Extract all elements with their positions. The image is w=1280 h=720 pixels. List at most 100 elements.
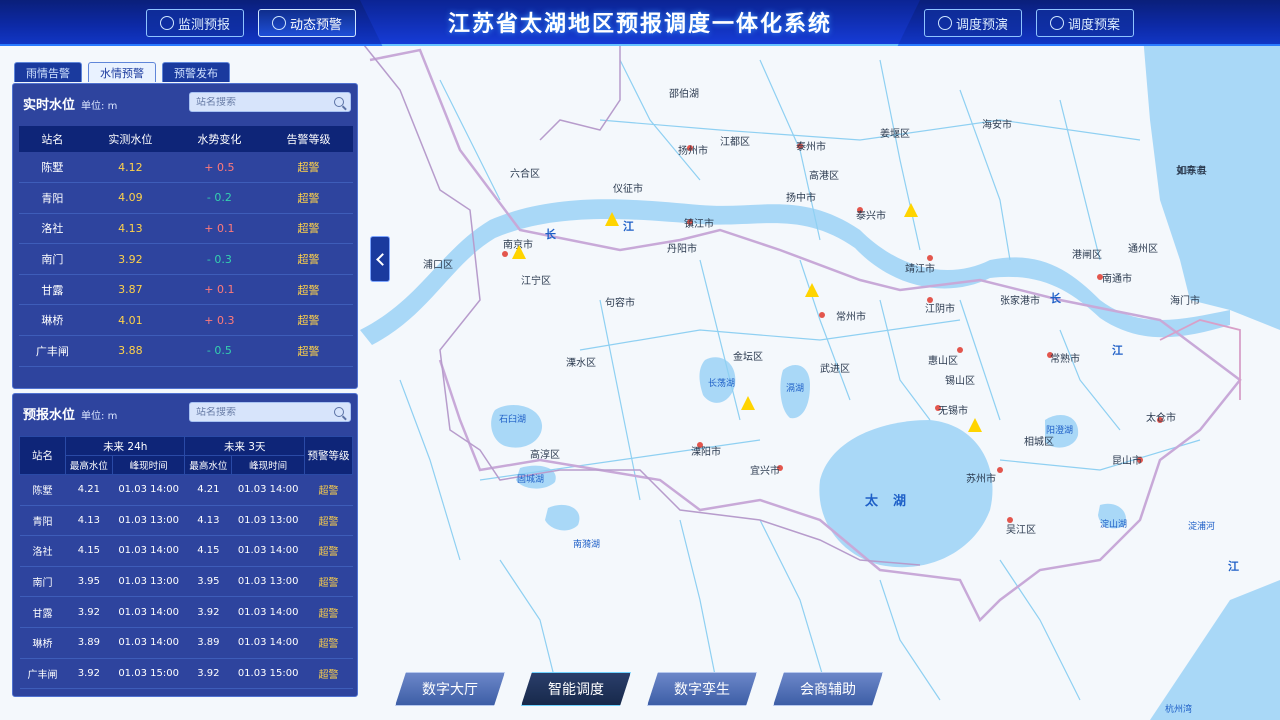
realtime-water-level-card: 实时水位单位: m 站名 实测水位 水势变化 告警等级 陈墅4.12+ 0.5超… [12,83,358,389]
table-row[interactable]: 洛社 4.13 + 0.1 超警 [19,213,353,245]
map-label: 溧阳市 [691,447,721,458]
max-level-3d: 3.89 [184,627,232,659]
river-label: 江 [1112,344,1123,357]
column-header: 预警等级 [304,436,353,475]
forecast-table-body: 陈墅 4.21 01.03 14:00 4.21 01.03 14:00 超警 青阳 4.13… [19,474,353,690]
station-name: 琳桥 [19,304,86,337]
column-subheader: 最高水位 [184,455,233,475]
chevron-left-icon [375,252,389,266]
nav-dispatch-plan[interactable]: 调度预案 [1036,9,1134,37]
nav-indicator-icon [1049,16,1064,30]
map-label: 宜兴市 [750,466,780,477]
nav-monitoring-forecast[interactable]: 监测预报 [146,9,244,37]
station-search[interactable] [189,92,351,112]
map-label: 海安市 [982,120,1012,131]
station-search[interactable] [189,402,351,422]
station-name: 陈墅 [19,152,86,184]
table-row[interactable]: 琳桥 3.89 01.03 14:00 3.89 01.03 14:00 超警 [19,627,353,659]
max-level-24h: 3.95 [65,566,113,598]
map-label: 海门市 [1170,296,1200,307]
map-label: 句容市 [605,298,635,309]
bottom-nav-consultation[interactable]: 会商辅助 [773,672,883,706]
bottom-nav-digital-hall[interactable]: 数字大厅 [395,672,505,706]
table-row[interactable]: 南门 3.95 01.03 13:00 3.95 01.03 13:00 超警 [19,566,353,598]
table-row[interactable]: 南门 3.92- 0.3 超警 [19,243,353,275]
max-level-24h: 4.21 [65,474,113,506]
bottom-nav-digital-twin[interactable]: 数字孪生 [647,672,757,706]
lake-label: 淀浦河 [1188,522,1216,532]
station-name: 琳桥 [19,627,66,659]
column-header: 告警等级 [263,126,353,152]
realtime-table: 站名 实测水位 水势变化 告警等级 陈墅 4.12 + 0.5 超警 青阳 4.09- 0… [19,126,353,367]
map-label: 镇江市 [684,219,714,230]
column-group-header: 未来 3天 [184,436,305,456]
unit-label: 单位: m [81,101,118,112]
peak-time-24h: 01.03 14:00 [112,474,185,506]
forecast-water-level-card: 预报水位单位: m 站名 未来 24h 未来 3天 预警等级 最高水位 峰现时间… [12,393,358,697]
table-row[interactable]: 广丰闸 3.92 01.03 15:00 3.92 01.03 15:00 超警 [19,658,353,690]
peak-time-3d: 01.03 14:00 [231,474,305,506]
table-row[interactable]: 洛社 4.15 01.03 14:00 4.15 01.03 14:00 超警 [19,535,353,567]
map-label: 邵伯湖 [669,89,699,100]
station-search-input[interactable] [196,406,326,418]
peak-time-24h: 01.03 13:00 [112,566,185,598]
collapse-panel-button[interactable] [370,236,390,282]
max-level-24h: 3.92 [65,658,113,690]
side-panel: 雨情告警 水情预警 预警发布 实时水位单位: m 站名 实测水位 水势变化 告警… [8,55,362,705]
map-label: 江宁区 [521,276,551,287]
lake-label: 滆湖 [786,384,805,394]
nav-dispatch-rehearsal[interactable]: 调度预演 [924,9,1022,37]
table-row[interactable]: 青阳 4.13 01.03 13:00 4.13 01.03 13:00 超警 [19,505,353,537]
max-level-3d: 4.15 [184,535,232,567]
peak-time-24h: 01.03 13:00 [112,505,185,537]
table-row[interactable]: 广丰闸 3.88- 0.5 超警 [19,335,353,367]
alert-level: 超警 [263,274,353,306]
map-label: 苏州市 [966,474,996,485]
tab-water-warning[interactable]: 水情预警 [88,62,156,82]
river-label: 江 [1228,560,1239,573]
map-label: 江阴市 [925,304,955,315]
station-search-input[interactable] [196,96,326,108]
level-change: + 0.1 [174,213,264,245]
bottom-nav-smart-dispatch[interactable]: 智能调度 [521,672,631,706]
tab-rain-alert[interactable]: 雨情告警 [14,62,82,82]
table-row[interactable]: 甘露 3.92 01.03 14:00 3.92 01.03 14:00 超警 [19,596,353,628]
lake-label: 湖 [893,494,907,509]
peak-time-3d: 01.03 13:00 [231,566,305,598]
table-row[interactable]: 陈墅 4.12 + 0.5 超警 [19,152,353,184]
water-level: 3.92 [85,243,175,275]
max-level-3d: 3.95 [184,566,232,598]
forecast-table: 站名 未来 24h 未来 3天 预警等级 最高水位 峰现时间 最高水位 峰现时间… [19,436,353,690]
nav-dynamic-warning[interactable]: 动态预警 [258,9,356,37]
map-label: 江都区 [720,137,750,148]
map-label: 扬州市 [678,146,708,157]
nav-label: 调度预演 [955,17,1008,33]
river-label: 长 [1050,292,1061,305]
station-name: 甘露 [19,274,86,306]
level-change: + 0.1 [174,274,264,306]
max-level-3d: 4.21 [184,474,232,506]
column-group-header: 未来 24h [64,436,186,456]
search-icon[interactable] [334,97,344,107]
map-label: 泰州市 [796,142,826,153]
map-label: 吴江区 [1006,525,1036,536]
peak-time-3d: 01.03 14:00 [231,596,305,628]
station-name: 甘露 [19,596,66,628]
map-label: 靖江市 [905,264,935,275]
water-level: 4.09 [85,182,175,214]
nav-label: 调度预案 [1067,17,1120,33]
column-header: 站名 [19,436,66,475]
alert-level: 超警 [304,627,353,659]
map-label: 扬中市 [786,193,816,204]
tab-warning-publish[interactable]: 预警发布 [162,62,230,82]
lake-label: 固城湖 [517,475,545,485]
alert-level: 超警 [263,243,353,275]
nav-label: 动态预警 [289,17,342,33]
table-row[interactable]: 琳桥 4.01 + 0.3 超警 [19,304,353,337]
table-row[interactable]: 甘露 3.87 + 0.1 超警 [19,274,353,306]
map-label: 通州区 [1128,244,1158,255]
table-row[interactable]: 陈墅 4.21 01.03 14:00 4.21 01.03 14:00 超警 [19,474,353,506]
table-header-row: 站名 实测水位 水势变化 告警等级 [19,126,353,152]
table-row[interactable]: 青阳 4.09- 0.2 超警 [19,182,353,214]
search-icon[interactable] [334,407,344,417]
